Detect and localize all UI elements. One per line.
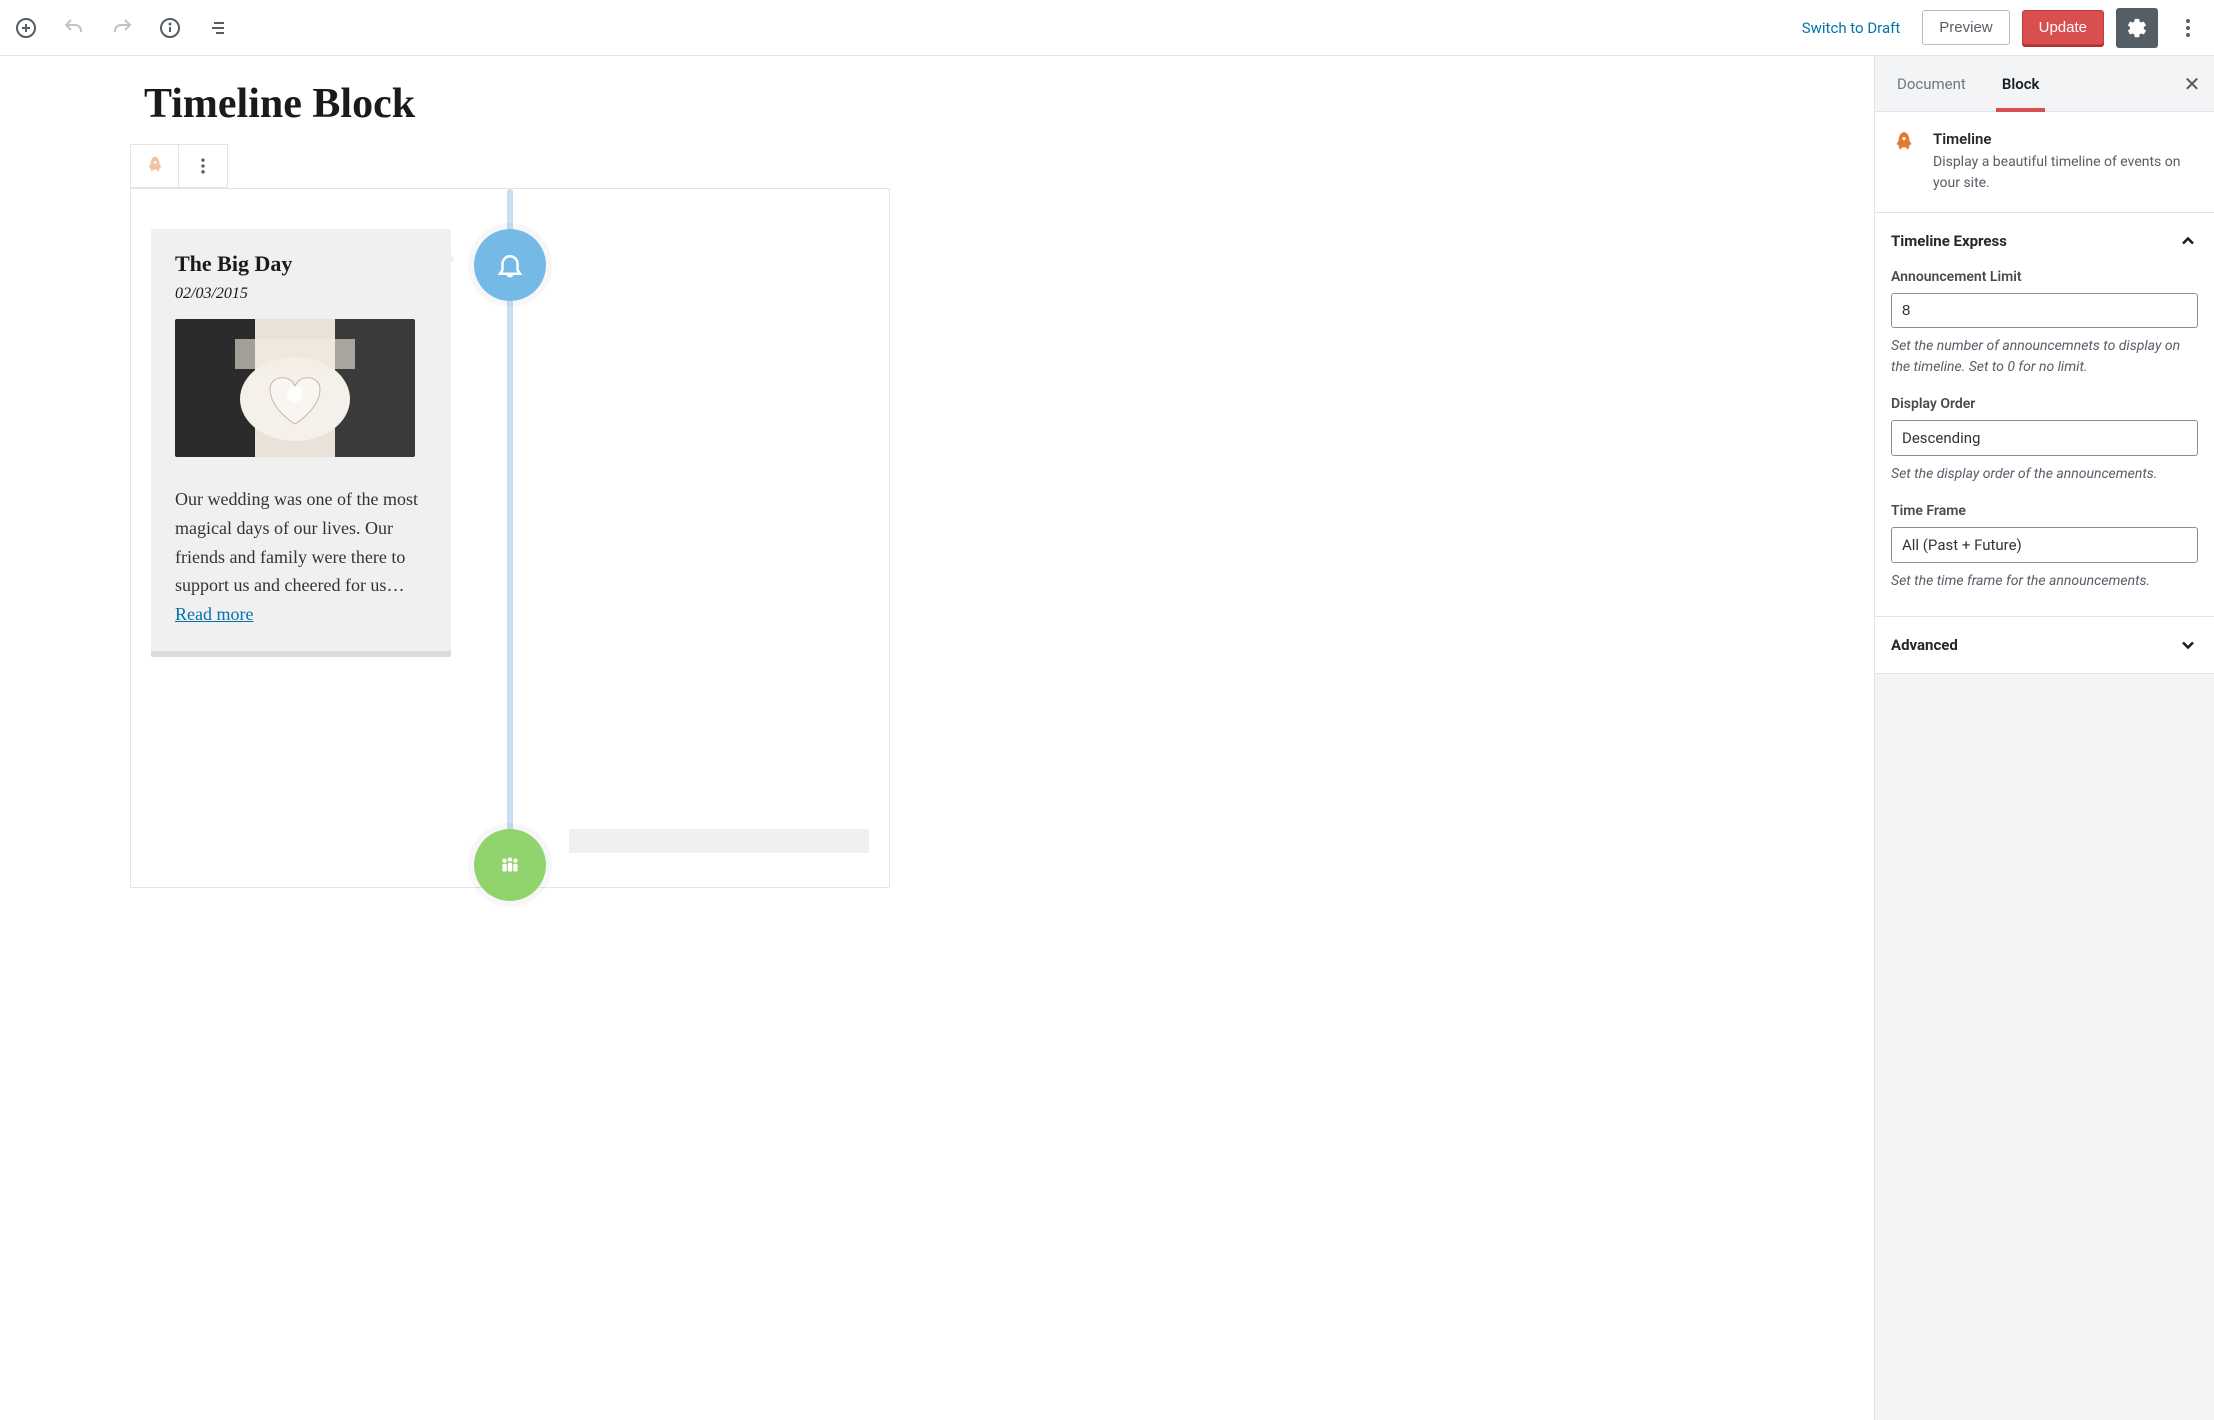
timeframe-help: Set the time frame for the announcements… bbox=[1891, 571, 2198, 592]
app-body: Timeline Block The Big Day 02/03/2015 bbox=[0, 56, 2214, 1420]
limit-input[interactable] bbox=[1891, 293, 2198, 328]
preview-button[interactable]: Preview bbox=[1922, 10, 2009, 45]
order-help: Set the display order of the announcemen… bbox=[1891, 464, 2198, 485]
order-select[interactable]: Descending bbox=[1891, 420, 2198, 456]
people-icon bbox=[497, 852, 523, 878]
timeframe-label: Time Frame bbox=[1891, 503, 2198, 519]
close-icon: ✕ bbox=[2184, 72, 2201, 96]
top-toolbar: Switch to Draft Preview Update bbox=[0, 0, 2214, 56]
toolbar-left bbox=[8, 10, 236, 46]
timeframe-select[interactable]: All (Past + Future) bbox=[1891, 527, 2198, 563]
outline-button[interactable] bbox=[200, 10, 236, 46]
chevron-down-icon bbox=[2178, 635, 2198, 655]
info-button[interactable] bbox=[152, 10, 188, 46]
block-info-desc: Display a beautiful timeline of events o… bbox=[1933, 152, 2198, 194]
block-more-button[interactable] bbox=[179, 145, 227, 187]
gear-icon bbox=[2126, 17, 2148, 39]
block-toolbar bbox=[130, 144, 228, 188]
timeline-node-1 bbox=[474, 229, 546, 301]
redo-button[interactable] bbox=[104, 10, 140, 46]
info-circle-icon bbox=[158, 16, 182, 40]
list-icon bbox=[206, 16, 230, 40]
panel-timeline-body: Announcement Limit Set the number of ann… bbox=[1875, 269, 2214, 616]
limit-help: Set the number of announcemnets to displ… bbox=[1891, 336, 2198, 378]
sidebar-tabs: Document Block ✕ bbox=[1875, 56, 2214, 112]
close-sidebar-button[interactable]: ✕ bbox=[2174, 66, 2210, 102]
editor-area: Timeline Block The Big Day 02/03/2015 bbox=[0, 56, 1874, 1420]
rocket-icon bbox=[144, 155, 166, 177]
kebab-icon bbox=[2176, 16, 2200, 40]
plus-circle-icon bbox=[14, 16, 38, 40]
settings-sidebar: Document Block ✕ Timeline Display a beau… bbox=[1874, 56, 2214, 1420]
field-time-frame: Time Frame All (Past + Future) Set the t… bbox=[1891, 503, 2198, 592]
order-label: Display Order bbox=[1891, 396, 2198, 412]
field-announcement-limit: Announcement Limit Set the number of ann… bbox=[1891, 269, 2198, 378]
toolbar-right: Switch to Draft Preview Update bbox=[1792, 8, 2206, 48]
update-button[interactable]: Update bbox=[2022, 10, 2104, 45]
tab-block[interactable]: Block bbox=[1984, 56, 2058, 111]
panel-timeline-express: Timeline Express Announcement Limit Set … bbox=[1875, 213, 2214, 617]
timeline-card-1: The Big Day 02/03/2015 Our wedding was o… bbox=[151, 229, 451, 651]
block-type-button[interactable] bbox=[131, 145, 179, 187]
card-title: The Big Day bbox=[175, 251, 427, 277]
redo-icon bbox=[110, 16, 134, 40]
settings-toggle-button[interactable] bbox=[2116, 8, 2158, 48]
undo-icon bbox=[62, 16, 86, 40]
bell-icon bbox=[495, 250, 525, 280]
panel-timeline-title: Timeline Express bbox=[1891, 232, 2007, 250]
panel-advanced: Advanced bbox=[1875, 617, 2214, 674]
panel-advanced-toggle[interactable]: Advanced bbox=[1875, 617, 2214, 673]
block-info-header: Timeline Display a beautiful timeline of… bbox=[1875, 112, 2214, 213]
panel-advanced-title: Advanced bbox=[1891, 636, 1958, 654]
undo-button[interactable] bbox=[56, 10, 92, 46]
block-info-title: Timeline bbox=[1933, 130, 2198, 148]
timeline-card-2-stub bbox=[569, 829, 869, 853]
page-title[interactable]: Timeline Block bbox=[144, 80, 1874, 128]
timeline-node-2 bbox=[474, 829, 546, 901]
limit-label: Announcement Limit bbox=[1891, 269, 2198, 285]
chevron-up-icon bbox=[2178, 231, 2198, 251]
rocket-icon bbox=[1891, 130, 1917, 156]
card-date: 02/03/2015 bbox=[175, 285, 427, 303]
tab-document[interactable]: Document bbox=[1879, 56, 1984, 111]
panel-timeline-toggle[interactable]: Timeline Express bbox=[1875, 213, 2214, 269]
kebab-icon bbox=[193, 156, 213, 176]
switch-to-draft-link[interactable]: Switch to Draft bbox=[1792, 19, 1911, 37]
card-excerpt: Our wedding was one of the most magical … bbox=[175, 485, 427, 600]
wedding-photo-placeholder bbox=[175, 319, 415, 457]
read-more-link[interactable]: Read more bbox=[175, 604, 253, 625]
card-image bbox=[175, 319, 415, 457]
more-menu-button[interactable] bbox=[2170, 10, 2206, 46]
timeline-block[interactable]: The Big Day 02/03/2015 Our wedding was o… bbox=[130, 188, 890, 888]
add-block-button[interactable] bbox=[8, 10, 44, 46]
field-display-order: Display Order Descending Set the display… bbox=[1891, 396, 2198, 485]
